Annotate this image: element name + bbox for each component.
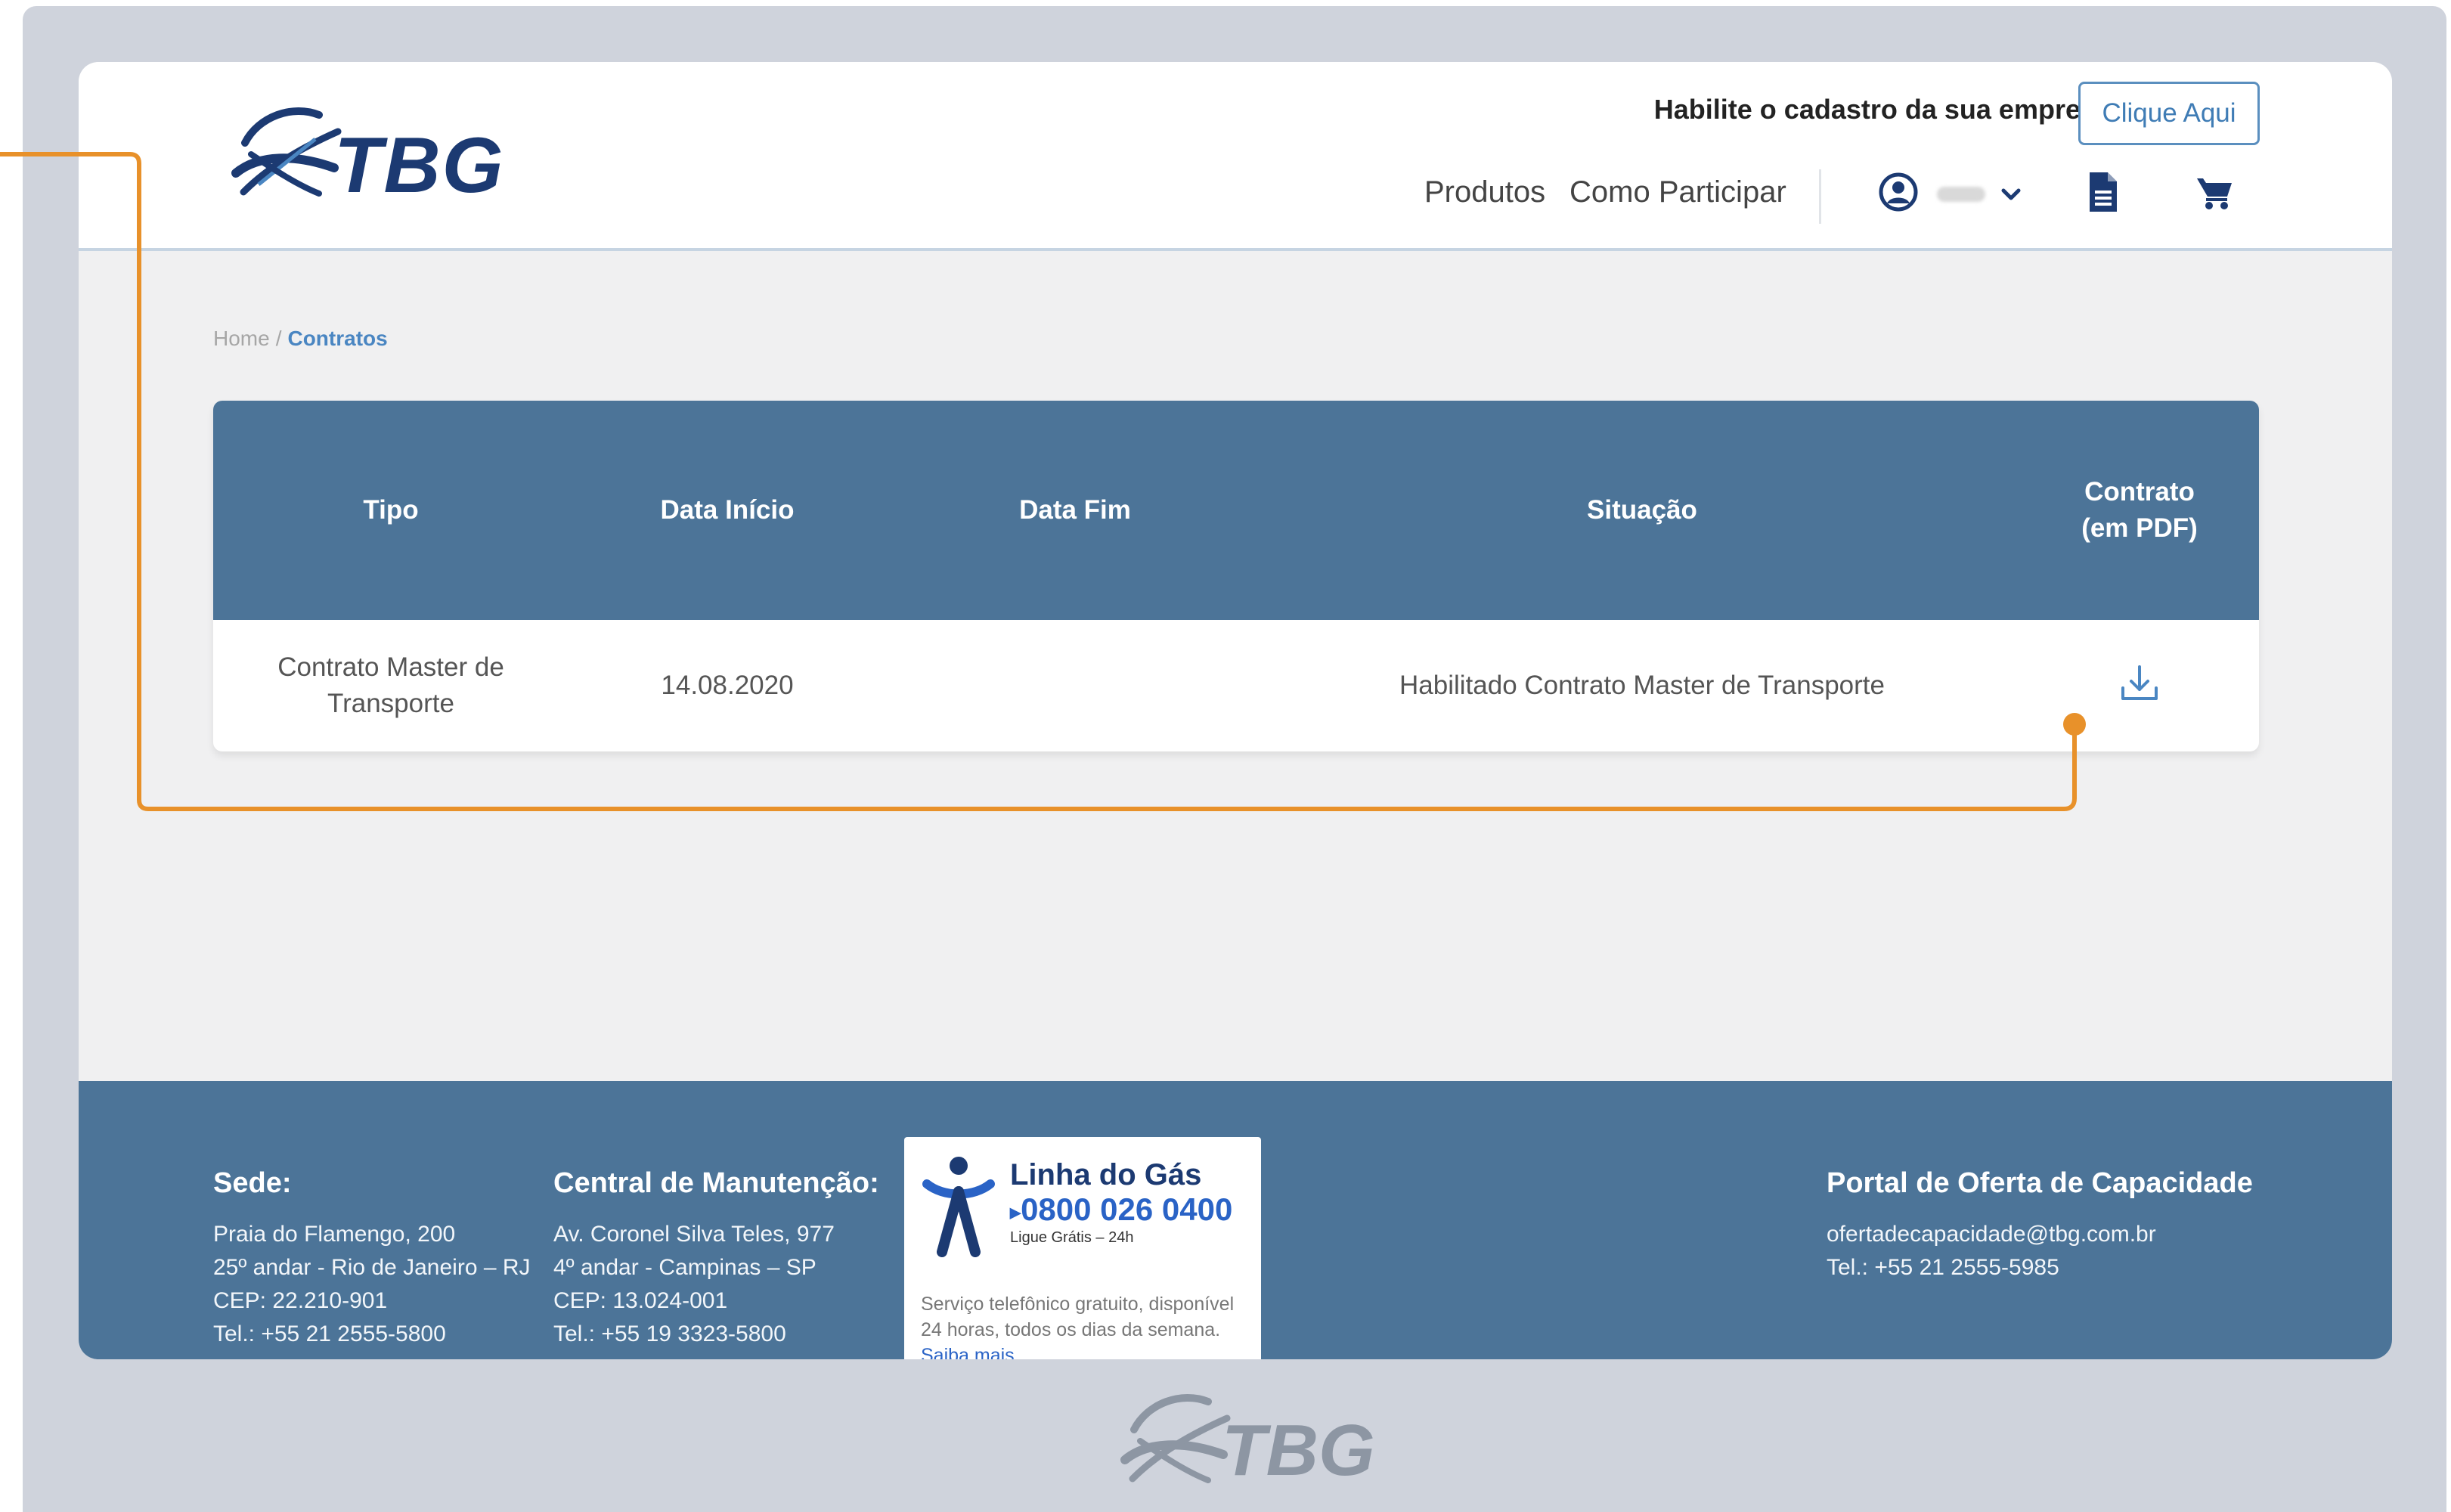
cell-tipo: Contrato Master de Transporte <box>277 652 504 718</box>
linha-do-gas-hint: Ligue Grátis – 24h <box>1010 1229 1134 1246</box>
chevron-down-icon <box>2001 188 2021 200</box>
user-name-redacted <box>1937 187 1985 202</box>
footer-sede-title: Sede: <box>213 1167 292 1199</box>
browser-page: TBG Habilite o cadastro da sua empresa! … <box>79 62 2392 1359</box>
site-header: TBG Habilite o cadastro da sua empresa! … <box>79 62 2392 251</box>
site-footer: Sede: Praia do Flamengo, 200 25º andar -… <box>79 1081 2392 1359</box>
clique-aqui-button[interactable]: Clique Aqui <box>2078 82 2260 145</box>
footer-sede-line: Tel.: +55 21 2555-5800 <box>213 1321 446 1346</box>
linha-do-gas-description-text: Serviço telefônico gratuito, disponível … <box>921 1294 1235 1340</box>
nav-como-participar[interactable]: Como Participar <box>1569 175 1786 209</box>
contracts-table: Tipo Data Início Data Fim Situação Contr… <box>213 401 2259 751</box>
cell-data-fim <box>886 620 1264 751</box>
footer-portal-title: Portal de Oferta de Capacidade <box>1827 1167 2253 1199</box>
breadcrumb: Home / Contratos <box>213 327 388 351</box>
saiba-mais-link[interactable]: Saiba mais <box>921 1345 1015 1359</box>
column-header-tipo: Tipo <box>363 495 419 525</box>
logo-text: TBG <box>334 122 505 209</box>
footer-manutencao-line: 4º andar - Campinas – SP <box>553 1255 816 1280</box>
user-menu[interactable] <box>1878 172 2037 217</box>
document-icon[interactable] <box>2087 171 2120 213</box>
breadcrumb-home[interactable]: Home <box>213 327 270 350</box>
play-icon: ▸ <box>1010 1200 1021 1224</box>
linha-do-gas-phone-number: 0800 026 0400 <box>1021 1191 1233 1227</box>
breadcrumb-current: Contratos <box>287 327 388 350</box>
column-header-contrato-pdf: Contrato (em PDF) <box>2081 477 2198 543</box>
footer-portal-phone: Tel.: +55 21 2555-5985 <box>1827 1255 2059 1280</box>
footer-sede-line: 25º andar - Rio de Janeiro – RJ <box>213 1255 531 1280</box>
table-header: Tipo Data Início Data Fim Situação Contr… <box>213 401 2259 620</box>
tbg-logo-icon <box>1120 1393 1231 1483</box>
promo-text: Habilite o cadastro da sua empresa! <box>1653 94 2120 125</box>
footer-manutencao-line: Tel.: +55 19 3323-5800 <box>553 1321 786 1346</box>
column-header-data-inicio: Data Início <box>660 495 795 525</box>
linha-do-gas-phone: ▸0800 026 0400 <box>1010 1191 1232 1228</box>
download-icon[interactable] <box>2117 661 2162 706</box>
tbg-logo[interactable]: TBG <box>228 101 504 209</box>
nav-produtos[interactable]: Produtos <box>1424 175 1545 209</box>
footer-portal-email[interactable]: ofertadecapacidade@tbg.com.br <box>1827 1222 2156 1247</box>
nav-divider <box>1819 169 1821 224</box>
cell-contrato-pdf <box>2020 620 2259 751</box>
breadcrumb-separator: / <box>275 327 282 350</box>
linha-do-gas-description: Serviço telefônico gratuito, disponível … <box>921 1291 1238 1359</box>
footer-manutencao-line: Av. Coronel Silva Teles, 977 <box>553 1222 835 1247</box>
cart-icon[interactable] <box>2195 175 2233 210</box>
footer-manutencao-line: CEP: 13.024-001 <box>553 1288 728 1313</box>
tbg-logo-icon <box>231 107 342 197</box>
person-icon <box>922 1157 995 1257</box>
cell-data-inicio: 14.08.2020 <box>661 671 794 700</box>
column-header-data-fim: Data Fim <box>1019 495 1131 525</box>
tbg-bottom-logo: TBG <box>1117 1388 1375 1494</box>
footer-manutencao-title: Central de Manutenção: <box>553 1167 879 1199</box>
cell-situacao: Habilitado Contrato Master de Transporte <box>1399 671 1885 700</box>
column-header-situacao: Situação <box>1587 495 1697 525</box>
user-icon <box>1879 172 1918 212</box>
footer-sede-line: Praia do Flamengo, 200 <box>213 1222 456 1247</box>
linha-do-gas-card[interactable]: Linha do Gás ▸0800 026 0400 Ligue Grátis… <box>904 1137 1261 1359</box>
footer-sede-line: CEP: 22.210-901 <box>213 1288 388 1313</box>
linha-do-gas-title: Linha do Gás <box>1010 1158 1202 1191</box>
bottom-logo-text: TBG <box>1222 1410 1375 1491</box>
